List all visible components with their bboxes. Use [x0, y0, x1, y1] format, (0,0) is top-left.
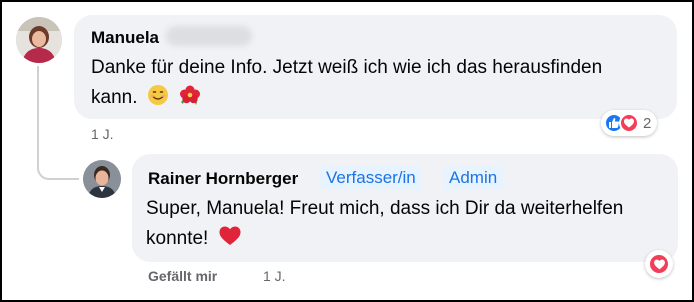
like-button[interactable]: Gefällt mir — [148, 268, 217, 284]
avatar[interactable] — [83, 160, 121, 198]
love-icon — [648, 253, 670, 275]
comment-timestamp[interactable]: 1 J. — [263, 268, 286, 284]
comment-timestamp[interactable]: 1 J. — [91, 126, 114, 142]
comment-text: Super, Manuela! Freut mich, dass ich Dir… — [146, 194, 666, 257]
smiling-face-icon — [147, 84, 169, 116]
admin-badge: Admin — [443, 166, 504, 190]
author-badge: Verfasser/in — [320, 166, 422, 190]
avatar-photo — [83, 160, 121, 198]
comment-text: Danke für deine Info. Jetzt weiß ich wie… — [91, 53, 651, 116]
comment-bubble: Manuela Danke für deine Info. Jetzt weiß… — [74, 15, 677, 119]
reaction-count: 2 — [643, 114, 652, 132]
avatar-photo — [16, 17, 62, 63]
red-heart-icon — [218, 225, 242, 257]
love-icon — [619, 113, 639, 133]
comment-author[interactable]: Rainer Hornberger — [148, 169, 298, 189]
redacted-surname — [166, 26, 252, 46]
reply-thread-line — [37, 66, 79, 180]
reaction-summary[interactable]: 2 — [601, 110, 658, 136]
comment-bubble: Rainer Hornberger Verfasser/in Admin Sup… — [132, 154, 678, 262]
hibiscus-icon — [178, 84, 202, 116]
reaction-summary[interactable] — [645, 250, 673, 278]
comment-author[interactable]: Manuela — [91, 28, 159, 48]
avatar[interactable] — [16, 17, 62, 63]
